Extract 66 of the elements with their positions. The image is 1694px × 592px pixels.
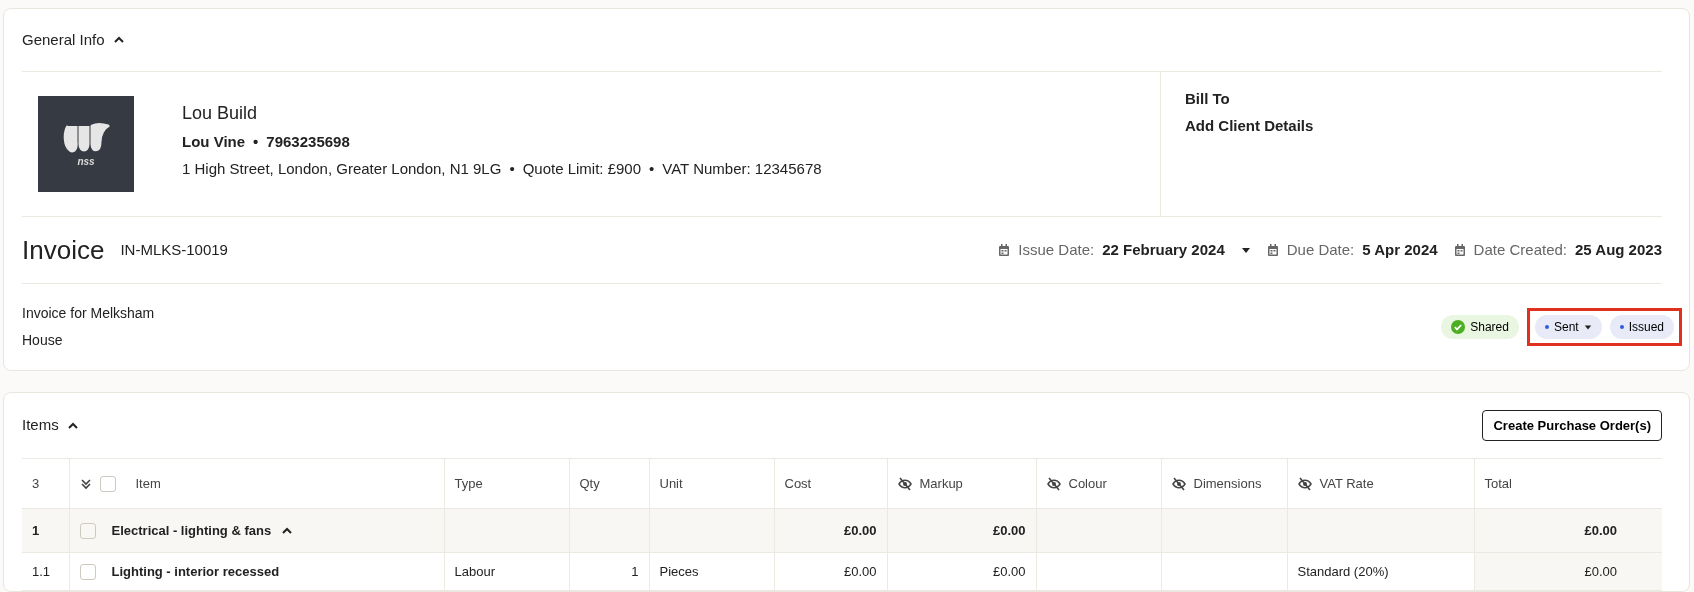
- section-title: Items: [22, 415, 59, 436]
- expand-all-icon[interactable]: [79, 477, 92, 490]
- column-header: Item: [135, 474, 161, 493]
- hidden-eye-icon[interactable]: [1297, 476, 1312, 491]
- hidden-eye-icon[interactable]: [897, 476, 912, 491]
- date-label: Issue Date:: [1018, 239, 1095, 260]
- table-cell: Labour: [454, 563, 495, 579]
- calendar-icon: [998, 244, 1011, 256]
- table-cell: £0.00: [992, 522, 1026, 538]
- column-header: Dimensions: [1193, 474, 1262, 493]
- column-header: Unit: [659, 474, 683, 493]
- column-header: Type: [454, 474, 483, 493]
- column-header: Cost: [784, 474, 812, 493]
- checkbox[interactable]: [99, 475, 116, 492]
- hidden-eye-icon[interactable]: [1046, 476, 1061, 491]
- checkbox[interactable]: [79, 563, 96, 580]
- table-cell: Standard (20%): [1297, 563, 1389, 579]
- status-pill[interactable]: Shared: [1441, 315, 1519, 339]
- create-purchase-order-button[interactable]: Create Purchase Order(s): [1482, 409, 1662, 442]
- status-pill[interactable]: Sent: [1534, 315, 1602, 339]
- column-header: VAT Rate: [1319, 474, 1374, 493]
- calendar-icon: [1453, 244, 1466, 256]
- item-name: Electrical - lighting & fans: [111, 521, 272, 540]
- table-cell: 1: [631, 563, 639, 579]
- date-value: 5 Apr 2024: [1362, 239, 1438, 260]
- column-header: Markup: [919, 474, 963, 493]
- dot-icon: [1544, 325, 1549, 329]
- invoice-number: IN-MLKS-10019: [120, 239, 228, 260]
- row-count: 3: [22, 458, 69, 509]
- contact-detail: Lou Vine: [182, 132, 246, 152]
- company-name: Lou Build: [182, 102, 259, 125]
- invoice-title: Invoice: [22, 233, 105, 267]
- table-cell: £0.00: [1584, 522, 1617, 538]
- hidden-eye-icon[interactable]: [1171, 476, 1186, 491]
- date-value: 25 Aug 2023: [1575, 239, 1662, 260]
- checkbox[interactable]: [79, 522, 96, 539]
- company-detail: Quote Limit: £900: [522, 158, 642, 179]
- table-cell: £0.00: [1584, 563, 1617, 579]
- date-value: 22 February 2024: [1102, 239, 1225, 260]
- calendar-icon: [1266, 244, 1279, 256]
- company-detail: 1 High Street, London, Greater London, N1 9LG: [182, 158, 502, 179]
- check-circle-icon: [1451, 320, 1466, 334]
- table-cell: £0.00: [843, 563, 877, 579]
- bill-to-label: Bill To: [1185, 89, 1231, 109]
- logo-text: nss: [77, 154, 95, 169]
- dot-icon: [1619, 325, 1624, 329]
- contact-detail: 7963235698: [266, 132, 350, 152]
- table-cell: £0.00: [992, 563, 1026, 579]
- date-label: Due Date:: [1286, 239, 1355, 260]
- row-number: 1.1: [32, 563, 51, 579]
- table-cell: Pieces: [659, 563, 699, 579]
- date-label: Date Created:: [1473, 239, 1567, 260]
- add-client-link[interactable]: Add Client Details: [1185, 114, 1314, 137]
- column-header: Qty: [579, 474, 600, 493]
- section-title: General Info: [22, 29, 105, 50]
- invoice-description: Invoice for Melksham House: [22, 304, 156, 350]
- separator-dot: •: [253, 132, 259, 152]
- company-detail: VAT Number: 12345678: [662, 158, 822, 179]
- table-cell: £0.00: [843, 522, 877, 538]
- row-number: 1: [32, 522, 40, 538]
- column-header: Colour: [1068, 474, 1107, 493]
- separator-dot: •: [649, 158, 655, 179]
- status-pill[interactable]: Issued: [1609, 315, 1674, 339]
- separator-dot: •: [509, 158, 515, 179]
- column-header: Total: [1484, 474, 1512, 493]
- item-name: Lighting - interior recessed: [111, 562, 280, 581]
